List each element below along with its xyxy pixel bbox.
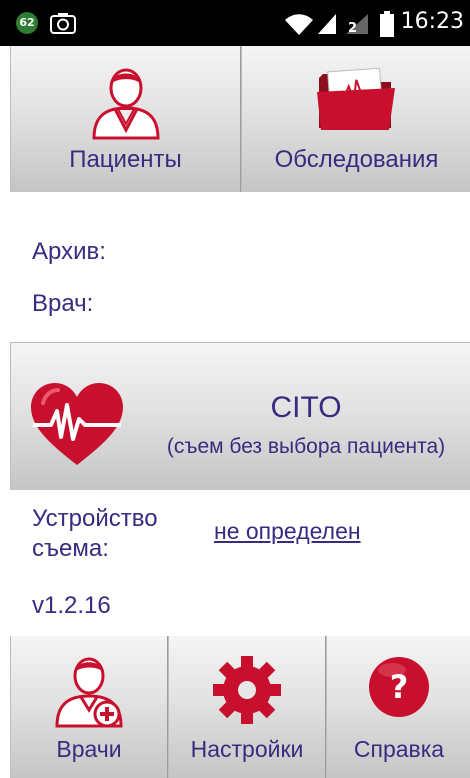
version-label: v1.2.16 <box>32 592 111 619</box>
settings-button[interactable]: Настройки <box>168 636 326 778</box>
clock: 16:23 <box>400 9 464 34</box>
help-icon: ? <box>369 657 429 717</box>
notification-badge: 62 <box>16 12 38 34</box>
svg-text:2: 2 <box>348 21 357 36</box>
gear-icon <box>213 656 281 724</box>
heart-ecg-icon <box>31 383 123 465</box>
status-bar: 62 2 16:23 <box>0 0 470 46</box>
help-label: Справка <box>353 736 445 762</box>
sim2-signal-icon: 2 <box>346 14 368 36</box>
patients-button[interactable]: Пациенты <box>10 46 241 192</box>
cito-subtitle: (съем без выбора пациента) <box>166 435 446 458</box>
photo-icon <box>50 13 76 34</box>
doctors-button[interactable]: Врачи <box>10 636 168 778</box>
patient-icon <box>91 68 160 140</box>
help-button[interactable]: ? Справка <box>326 636 470 778</box>
cito-button[interactable]: CITO (съем без выбора пациента) <box>10 342 470 490</box>
device-label-line2: съема: <box>32 535 109 562</box>
signal-icon <box>318 14 336 34</box>
cito-title: CITO <box>270 391 342 424</box>
wifi-icon <box>285 14 313 35</box>
svg-text:?: ? <box>390 668 409 706</box>
device-label: Устройство съема: <box>32 504 158 564</box>
battery-icon <box>380 11 394 37</box>
doctors-label: Врачи <box>56 736 122 762</box>
archive-label: Архив: <box>32 238 106 265</box>
doctor-label: Врач: <box>32 290 94 317</box>
folder-ecg-icon <box>316 67 395 130</box>
exams-label: Обследования <box>274 146 439 173</box>
doctor-icon <box>55 657 123 728</box>
settings-label: Настройки <box>190 736 304 762</box>
device-value-link[interactable]: не определен <box>214 518 361 545</box>
exams-button[interactable]: Обследования <box>241 46 470 192</box>
patients-label: Пациенты <box>69 146 182 173</box>
device-label-line1: Устройство <box>32 505 158 532</box>
